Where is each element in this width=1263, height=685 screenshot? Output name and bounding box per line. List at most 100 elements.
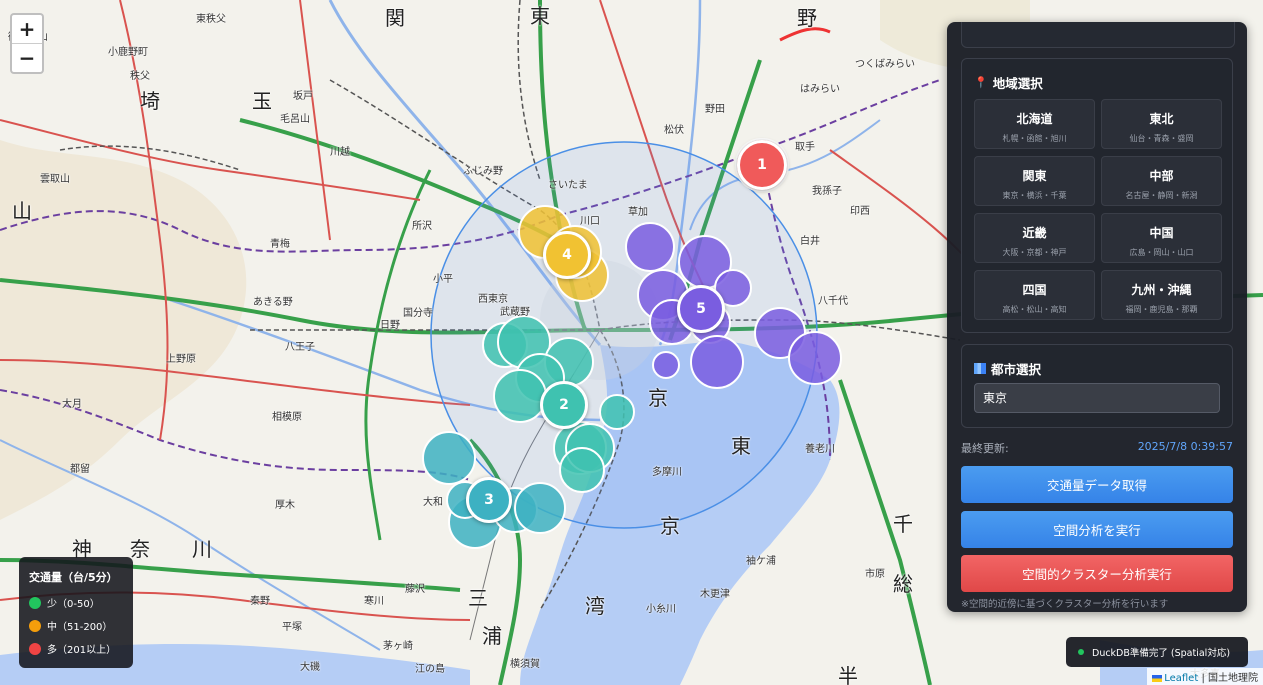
cluster-member-marker[interactable]: [652, 351, 680, 379]
legend-item-mid: 中（51-200）: [29, 618, 123, 633]
map-place-label: 八千代: [818, 296, 848, 307]
map-place-label: 松伏: [664, 125, 684, 136]
region-button[interactable]: 関東 東京・横浜・千葉: [974, 156, 1095, 206]
fetch-traffic-button[interactable]: 交通量データ取得: [961, 466, 1233, 503]
map-place-label: 日野: [380, 320, 400, 331]
legend-label-high: 多（201以上）: [47, 645, 117, 656]
cluster-marker-4[interactable]: 4: [543, 231, 591, 279]
status-text: DuckDB準備完了 (Spatial対応): [1092, 648, 1231, 659]
legend-dot-low: [29, 596, 41, 609]
control-panel: 📍 地域選択 北海道 札幌・函館・旭川 東北 仙台・青森・盛岡 関東 東京・横浜・千葉 中部…: [947, 22, 1247, 612]
map-place-label: 野田: [705, 104, 725, 115]
map-place-label: 浦: [482, 624, 502, 648]
region-button[interactable]: 四国 高松・松山・高知: [974, 270, 1095, 320]
map-place-label: 取手: [795, 142, 815, 153]
pin-icon: 📍: [974, 76, 988, 89]
region-name: 中部: [1149, 169, 1174, 183]
region-button[interactable]: 近畿 大阪・京都・神戸: [974, 213, 1095, 263]
map-place-label: 半: [838, 664, 858, 685]
map-place-label: 大和: [423, 497, 443, 508]
cluster-member-marker[interactable]: [625, 222, 675, 272]
map-place-label: あきる野: [253, 297, 293, 308]
legend-title: 交通量（台/5分）: [29, 571, 118, 584]
region-name: 関東: [1022, 169, 1047, 183]
map-attribution: Leaflet | 国土地理院: [1147, 668, 1263, 685]
map-place-label: 雲取山: [40, 174, 70, 185]
map-place-label: 印西: [850, 206, 870, 217]
map-place-label: 秦野: [250, 596, 270, 607]
cluster-analysis-button[interactable]: 空間的クラスター分析実行: [961, 555, 1233, 592]
region-button[interactable]: 中国 広島・岡山・山口: [1101, 213, 1222, 263]
last-updated-value: 2025/7/8 0:39:57: [1137, 440, 1233, 453]
map-place-label: 草加: [628, 207, 648, 218]
ukraine-flag-icon: [1152, 674, 1163, 682]
legend-item-high: 多（201以上）: [29, 641, 123, 656]
region-button[interactable]: 東北仙台・青森・盛岡: [1101, 99, 1222, 149]
cluster-marker-3[interactable]: 3: [466, 477, 512, 523]
region-cities: 大阪・京都・神戸: [1002, 248, 1067, 257]
map-place-label: 小平: [433, 274, 453, 285]
map-place-label: 東秩父: [196, 14, 226, 25]
zoom-out-button[interactable]: −: [12, 43, 42, 72]
cluster-marker-2[interactable]: 2: [540, 381, 588, 429]
cluster-note: ※空間的近傍に基づくクラスター分析を行います: [961, 599, 1169, 610]
map-place-label: 武蔵野: [500, 307, 530, 318]
map-place-label: 木更津: [700, 589, 730, 600]
map-place-label: 我孫子: [812, 186, 842, 197]
attribution-source[interactable]: 国土地理院: [1208, 673, 1258, 684]
status-dot-icon: [1078, 649, 1084, 655]
map-place-label: 上野原: [166, 354, 196, 365]
map-place-label: 川口: [580, 216, 600, 227]
region-section-title: 📍 地域選択: [974, 73, 1043, 92]
map-place-label: 山: [12, 199, 32, 223]
cluster-member-marker[interactable]: [493, 369, 547, 423]
zoom-in-button[interactable]: +: [12, 15, 42, 43]
city-title-text: 都市選択: [991, 362, 1042, 377]
cluster-member-marker[interactable]: [690, 335, 744, 389]
map-place-label: 坂戸: [293, 91, 313, 102]
map-place-label: 東: [731, 434, 751, 458]
map-place-label: 埼: [140, 89, 160, 113]
cluster-member-marker[interactable]: [788, 331, 842, 385]
city-select[interactable]: 東京: [974, 383, 1220, 413]
cluster-marker-5[interactable]: 5: [677, 285, 725, 333]
region-button[interactable]: 北海道 札幌・函館・旭川: [974, 99, 1095, 149]
traffic-legend: 交通量（台/5分） 少（0-50） 中（51-200） 多（201以上）: [19, 557, 133, 668]
region-cities: 仙台・青森・盛岡: [1129, 134, 1194, 143]
region-name: 北海道: [1016, 112, 1053, 126]
leaflet-link[interactable]: Leaflet: [1164, 673, 1198, 684]
map-place-label: 京: [660, 514, 680, 538]
map-place-label: 藤沢: [405, 584, 425, 595]
spatial-analysis-button[interactable]: 空間分析を実行: [961, 511, 1233, 548]
region-button[interactable]: 中部 名古屋・静岡・新潟: [1101, 156, 1222, 206]
attribution-separator: |: [1198, 673, 1208, 684]
region-name: 東北: [1149, 112, 1174, 126]
cluster-marker-1[interactable]: 1: [737, 140, 787, 190]
city-icon: [974, 363, 986, 374]
map-place-label: 白井: [800, 236, 820, 247]
zoom-control: + −: [10, 13, 44, 74]
map-place-label: 毛呂山: [280, 114, 310, 125]
region-cities: 福岡・鹿児島・那覇: [1125, 305, 1198, 314]
region-title-text: 地域選択: [992, 76, 1043, 91]
map-place-label: 厚木: [275, 500, 295, 511]
cluster-member-marker[interactable]: [422, 431, 476, 485]
map-place-label: 所沢: [412, 221, 432, 232]
map-place-label: 大磯: [300, 662, 320, 673]
map-place-label: 多摩川: [652, 467, 682, 478]
cluster-member-marker[interactable]: [599, 394, 635, 430]
legend-label-low: 少（0-50）: [47, 599, 100, 610]
map-place-label: 玉: [252, 89, 272, 113]
map-place-label: はみらい: [800, 84, 840, 95]
map-place-label: つくばみらい: [855, 59, 915, 70]
cluster-member-marker[interactable]: [559, 447, 605, 493]
region-button[interactable]: 九州・沖縄 福岡・鹿児島・那覇: [1101, 270, 1222, 320]
map-place-label: 八王子: [285, 342, 315, 353]
legend-dot-high: [29, 642, 41, 655]
map-place-label: 川: [192, 537, 212, 561]
map-place-label: 京: [648, 386, 668, 410]
cluster-member-marker[interactable]: [514, 482, 566, 534]
map-place-label: 野: [797, 6, 817, 30]
map-place-label: 市原: [865, 569, 885, 580]
map-place-label: 江の島: [415, 664, 445, 675]
